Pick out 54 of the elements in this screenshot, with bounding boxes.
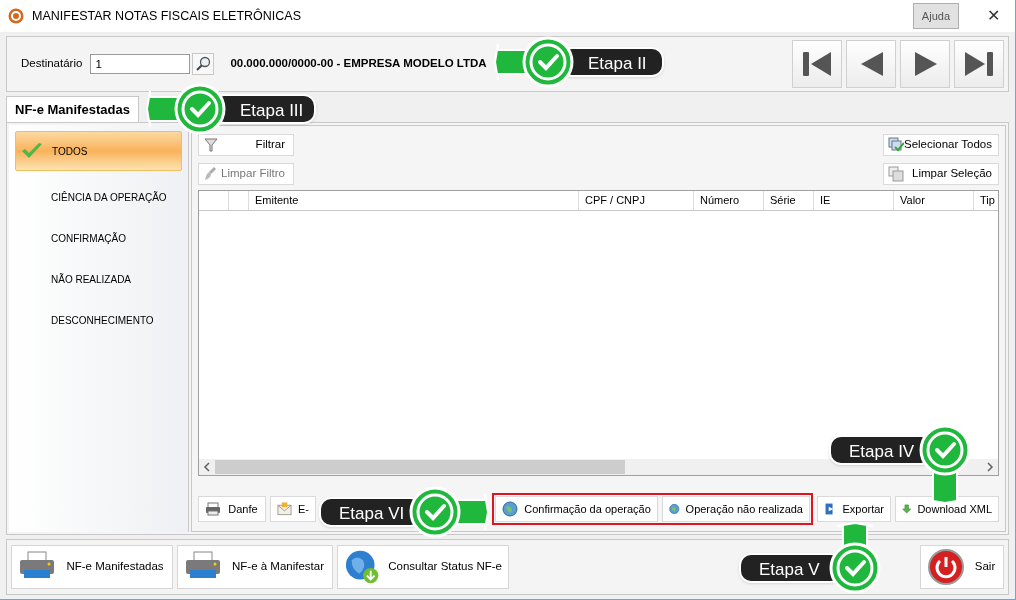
last-button[interactable] xyxy=(954,40,1004,88)
sidebar-item[interactable]: DESCONHECIMENTO xyxy=(15,305,182,335)
close-button[interactable]: ✕ xyxy=(979,3,1007,29)
action-button[interactable]: Danfe xyxy=(198,496,266,522)
search-button[interactable] xyxy=(192,53,215,75)
globe-icon xyxy=(669,501,680,517)
column-header[interactable]: Tip xyxy=(974,191,998,210)
check-icon xyxy=(21,142,43,160)
globe-icon xyxy=(502,501,518,517)
filter-button[interactable]: Filtrar xyxy=(198,134,294,156)
power-icon xyxy=(927,548,965,586)
sidebar-item[interactable]: TODOS xyxy=(15,131,182,171)
column-header[interactable]: CPF / CNPJ xyxy=(579,191,694,210)
selection-button[interactable]: Selecionar Todos xyxy=(883,134,999,156)
window-title: MANIFESTAR NOTAS FISCAIS ELETRÔNICAS xyxy=(32,7,302,25)
help-button[interactable]: Ajuda xyxy=(912,3,959,29)
search-icon xyxy=(195,56,212,72)
tab[interactable]: NF-e Manifestadas xyxy=(6,96,139,122)
action-button[interactable]: Operação não realizada xyxy=(662,496,810,522)
horizontal-scrollbar[interactable] xyxy=(199,459,998,475)
scroll-right-icon[interactable] xyxy=(986,462,994,472)
first-button[interactable] xyxy=(792,40,842,88)
previous-button[interactable] xyxy=(846,40,896,88)
scroll-left-icon[interactable] xyxy=(203,462,211,472)
globe-icon xyxy=(344,548,381,586)
toolbar-button[interactable]: NF-e Manifestadas xyxy=(11,545,173,589)
sidebar-item[interactable]: NÃO REALIZADA xyxy=(15,264,182,294)
next-button[interactable] xyxy=(900,40,950,88)
printer-icon xyxy=(205,501,221,517)
clear-selection-icon xyxy=(888,166,904,182)
action-button[interactable]: E- xyxy=(270,496,316,522)
scroll-thumb[interactable] xyxy=(215,460,625,474)
app-icon xyxy=(8,8,24,24)
field-label: Destinatário xyxy=(21,56,83,72)
action-button[interactable]: Confirmação da operação xyxy=(495,496,658,522)
toolbar-button[interactable]: NF-e à Manifestar xyxy=(177,545,333,589)
filter-icon xyxy=(203,137,219,153)
sidebar-item[interactable]: CIÊNCIA DA OPERAÇÃO xyxy=(15,182,182,212)
action-button[interactable]: Exportar xyxy=(817,496,891,522)
recipient-field[interactable]: 1 xyxy=(90,54,191,74)
selection-button[interactable]: Limpar Seleção xyxy=(883,163,999,185)
column-header[interactable]: Valor xyxy=(894,191,974,210)
toolbar-button[interactable]: Sair xyxy=(920,545,1004,589)
column-header[interactable]: IE xyxy=(814,191,894,210)
envelope-icon xyxy=(277,501,292,517)
toolbar-button[interactable]: Consultar Status NF-e xyxy=(337,545,509,589)
select-all-icon xyxy=(888,137,904,153)
company-name: 00.000.000/0000-00 - EMPRESA MODELO LTDA xyxy=(230,56,487,72)
column-header[interactable]: Emitente xyxy=(249,191,579,210)
download-icon xyxy=(902,501,912,517)
column-header[interactable]: Número xyxy=(694,191,764,210)
column-header[interactable]: Série xyxy=(764,191,814,210)
action-button[interactable]: Download XML xyxy=(895,496,999,522)
sidebar-item[interactable]: CONFIRMAÇÃO xyxy=(15,223,182,253)
